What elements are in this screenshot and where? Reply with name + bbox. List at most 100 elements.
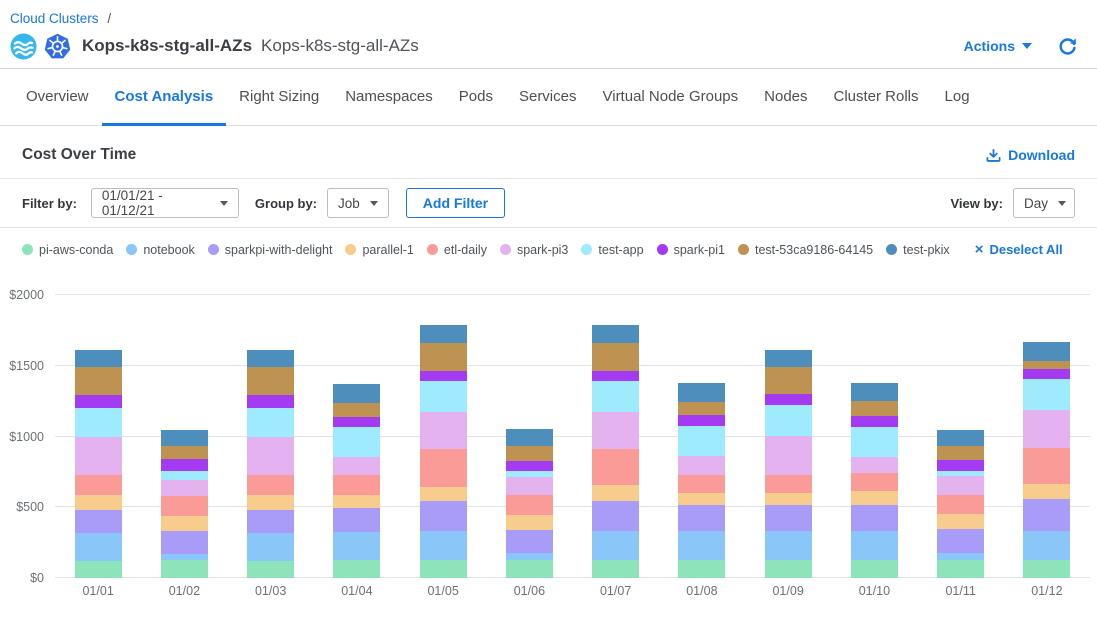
bar-segment-pi-aws-conda[interactable] [247, 561, 294, 578]
view-by-select[interactable]: Day [1013, 188, 1075, 218]
tab-right-sizing[interactable]: Right Sizing [226, 69, 332, 126]
bar-segment-parallel-1[interactable] [333, 495, 380, 508]
bar-segment-notebook[interactable] [765, 531, 812, 559]
bar-segment-spark-pi1[interactable] [678, 415, 725, 426]
bar-segment-test-pkix[interactable] [765, 350, 812, 368]
bar-segment-pi-aws-conda[interactable] [592, 560, 639, 578]
bar-segment-etl-daily[interactable] [1023, 448, 1070, 484]
bar-segment-spark-pi3[interactable] [75, 437, 122, 474]
bar-segment-parallel-1[interactable] [161, 516, 208, 532]
bar-segment-pi-aws-conda[interactable] [1023, 560, 1070, 578]
bar-segment-test-53ca9186-64145[interactable] [851, 401, 898, 416]
bar-segment-test-app[interactable] [592, 381, 639, 412]
bar-segment-test-53ca9186-64145[interactable] [765, 367, 812, 394]
bar-segment-test-53ca9186-64145[interactable] [247, 367, 294, 395]
tab-cost-analysis[interactable]: Cost Analysis [102, 69, 227, 126]
bar-segment-test-app[interactable] [247, 408, 294, 438]
bar-segment-etl-daily[interactable] [851, 473, 898, 491]
bar-segment-parallel-1[interactable] [75, 495, 122, 511]
date-range-select[interactable]: 01/01/21 - 01/12/21 [91, 188, 239, 218]
bar-segment-test-pkix[interactable] [75, 350, 122, 367]
bar-segment-etl-daily[interactable] [506, 495, 553, 516]
bar-segment-sparkpi-with-delight[interactable] [333, 508, 380, 532]
bar-segment-notebook[interactable] [333, 532, 380, 560]
bar-segment-sparkpi-with-delight[interactable] [161, 531, 208, 554]
bar-segment-test-pkix[interactable] [937, 430, 984, 446]
tab-namespaces[interactable]: Namespaces [332, 69, 446, 126]
breadcrumb-cloud-clusters-link[interactable]: Cloud Clusters [10, 11, 99, 26]
bar-segment-etl-daily[interactable] [678, 475, 725, 493]
bar-segment-etl-daily[interactable] [937, 495, 984, 515]
bar-segment-spark-pi3[interactable] [851, 457, 898, 473]
bar-segment-test-pkix[interactable] [420, 325, 467, 343]
bar-segment-spark-pi1[interactable] [333, 417, 380, 427]
bar-segment-pi-aws-conda[interactable] [420, 560, 467, 578]
bar-segment-etl-daily[interactable] [247, 475, 294, 495]
bar-segment-pi-aws-conda[interactable] [678, 560, 725, 578]
bar-segment-spark-pi3[interactable] [333, 457, 380, 475]
tab-virtual-node-groups[interactable]: Virtual Node Groups [590, 69, 752, 126]
bar-segment-spark-pi1[interactable] [161, 459, 208, 470]
bar-segment-pi-aws-conda[interactable] [851, 560, 898, 578]
bar-segment-spark-pi3[interactable] [765, 436, 812, 475]
bar-segment-test-app[interactable] [75, 408, 122, 438]
bar-segment-notebook[interactable] [247, 533, 294, 561]
tab-services[interactable]: Services [506, 69, 590, 126]
legend-item-spark-pi1[interactable]: spark-pi1 [657, 243, 725, 257]
legend-item-test-pkix[interactable]: test-pkix [886, 243, 950, 257]
bar-segment-test-pkix[interactable] [592, 325, 639, 343]
bar-segment-parallel-1[interactable] [420, 487, 467, 501]
bar-segment-test-app[interactable] [765, 405, 812, 436]
bar-segment-pi-aws-conda[interactable] [506, 560, 553, 578]
bar-segment-etl-daily[interactable] [161, 496, 208, 516]
bar-segment-spark-pi1[interactable] [506, 461, 553, 472]
bar-segment-spark-pi3[interactable] [937, 476, 984, 494]
bar-segment-sparkpi-with-delight[interactable] [1023, 499, 1070, 531]
bar-segment-pi-aws-conda[interactable] [333, 560, 380, 578]
bar-segment-sparkpi-with-delight[interactable] [506, 530, 553, 553]
bar-segment-test-app[interactable] [420, 381, 467, 412]
bar-segment-spark-pi1[interactable] [851, 416, 898, 427]
add-filter-button[interactable]: Add Filter [406, 188, 505, 218]
actions-button[interactable]: Actions [964, 38, 1032, 54]
group-by-select[interactable]: Job [327, 188, 389, 218]
bar-segment-etl-daily[interactable] [592, 449, 639, 484]
bar-segment-notebook[interactable] [851, 531, 898, 559]
bar-segment-etl-daily[interactable] [75, 475, 122, 495]
legend-item-notebook[interactable]: notebook [126, 243, 194, 257]
bar-segment-spark-pi1[interactable] [247, 395, 294, 408]
bar-segment-sparkpi-with-delight[interactable] [851, 505, 898, 531]
bar-segment-test-53ca9186-64145[interactable] [161, 446, 208, 459]
bar-segment-spark-pi3[interactable] [506, 477, 553, 495]
bar-segment-test-53ca9186-64145[interactable] [506, 446, 553, 460]
bar-segment-spark-pi1[interactable] [1023, 369, 1070, 379]
refresh-button[interactable] [1058, 37, 1077, 56]
bar-segment-test-53ca9186-64145[interactable] [678, 402, 725, 415]
bar-segment-test-app[interactable] [161, 471, 208, 480]
bar-segment-sparkpi-with-delight[interactable] [75, 510, 122, 533]
tab-log[interactable]: Log [932, 69, 983, 126]
bar-segment-parallel-1[interactable] [765, 493, 812, 505]
tab-overview[interactable]: Overview [13, 69, 102, 126]
bar-segment-etl-daily[interactable] [333, 475, 380, 495]
bar-segment-spark-pi3[interactable] [161, 480, 208, 496]
bar-segment-sparkpi-with-delight[interactable] [592, 501, 639, 531]
bar-segment-parallel-1[interactable] [937, 514, 984, 529]
bar-segment-spark-pi1[interactable] [75, 395, 122, 408]
bar-segment-etl-daily[interactable] [765, 475, 812, 493]
legend-item-etl-daily[interactable]: etl-daily [427, 243, 487, 257]
bar-segment-test-pkix[interactable] [333, 384, 380, 402]
tab-cluster-rolls[interactable]: Cluster Rolls [821, 69, 932, 126]
bar-segment-test-53ca9186-64145[interactable] [592, 343, 639, 371]
bar-segment-test-53ca9186-64145[interactable] [937, 446, 984, 460]
bar-segment-parallel-1[interactable] [1023, 484, 1070, 500]
bar-segment-pi-aws-conda[interactable] [765, 560, 812, 578]
bar-segment-sparkpi-with-delight[interactable] [420, 501, 467, 531]
bar-segment-notebook[interactable] [420, 531, 467, 559]
bar-segment-sparkpi-with-delight[interactable] [765, 505, 812, 531]
tab-pods[interactable]: Pods [446, 69, 506, 126]
bar-segment-spark-pi3[interactable] [247, 437, 294, 474]
bar-segment-test-pkix[interactable] [247, 350, 294, 367]
legend-item-test-app[interactable]: test-app [581, 243, 643, 257]
bar-segment-parallel-1[interactable] [678, 493, 725, 505]
